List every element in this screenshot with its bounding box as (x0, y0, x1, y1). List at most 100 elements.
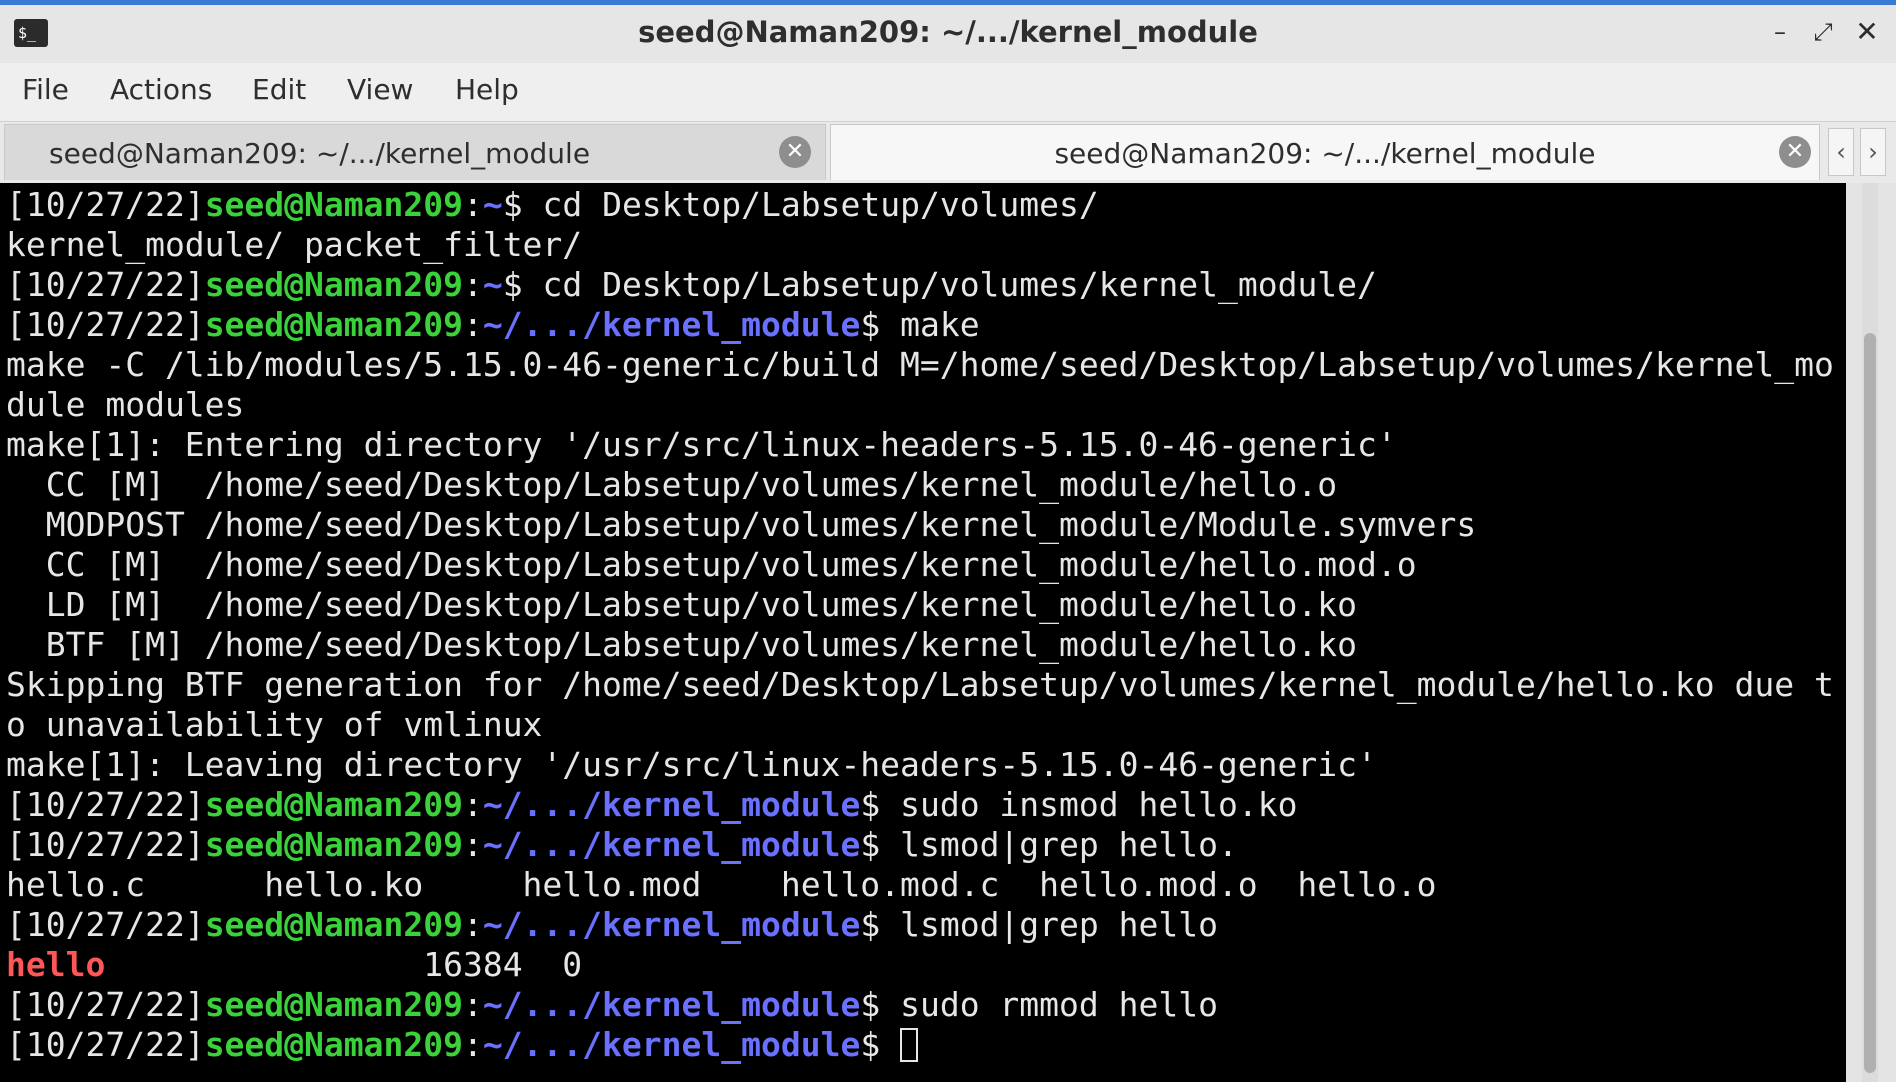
output-line: make -C /lib/modules/5.15.0-46-generic/b… (6, 345, 1834, 385)
output-text: make[1]: Leaving directory '/usr/src/lin… (6, 745, 1377, 784)
prompt-separator: : (462, 905, 483, 944)
minimize-icon[interactable]: – (1765, 17, 1795, 47)
prompt-path: ~/.../kernel_module (482, 905, 861, 944)
output-text: make[1]: Entering directory '/usr/src/li… (6, 425, 1397, 464)
prompt-line: [10/27/22]seed@Naman209:~/.../kernel_mod… (6, 985, 1834, 1025)
tab-terminal-1[interactable]: seed@Naman209: ~/.../kernel_module ✕ (4, 124, 826, 180)
output-line: hello 16384 0 (6, 945, 1834, 985)
output-line: dule modules (6, 385, 1834, 425)
prompt-line: [10/27/22]seed@Naman209:~/.../kernel_mod… (6, 305, 1834, 345)
output-text: LD [M] /home/seed/Desktop/Labsetup/volum… (6, 585, 1358, 624)
output-text: Skipping BTF generation for /home/seed/D… (6, 665, 1834, 704)
text-cursor (900, 1028, 919, 1062)
window-title: seed@Naman209: ~/.../kernel_module (638, 15, 1258, 49)
output-text: make -C /lib/modules/5.15.0-46-generic/b… (6, 345, 1834, 384)
output-line: o unavailability of vmlinux (6, 705, 1834, 745)
command-text: cd Desktop/Labsetup/volumes/ (542, 185, 1099, 224)
menu-actions[interactable]: Actions (110, 73, 212, 106)
tab-close-icon[interactable]: ✕ (1779, 136, 1811, 168)
output-text: kernel_module/ packet_filter/ (6, 225, 583, 264)
vertical-scrollbar[interactable] (1846, 183, 1896, 1082)
scrollbar-thumb[interactable] (1864, 333, 1876, 1073)
prompt-symbol: $ (860, 305, 901, 344)
tab-label: seed@Naman209: ~/.../kernel_module (1054, 137, 1596, 170)
output-text: BTF [M] /home/seed/Desktop/Labsetup/volu… (6, 625, 1358, 664)
prompt-line: [10/27/22]seed@Naman209:~/.../kernel_mod… (6, 1025, 1834, 1065)
terminal-lines: [10/27/22]seed@Naman209:~$ cd Desktop/La… (6, 185, 1834, 1065)
menu-bar: File Actions Edit View Help (0, 63, 1896, 121)
tab-label: seed@Naman209: ~/.../kernel_module (49, 137, 591, 170)
prompt-symbol: $ (502, 185, 543, 224)
module-name: hello (6, 945, 106, 984)
output-line: MODPOST /home/seed/Desktop/Labsetup/volu… (6, 505, 1834, 545)
prompt-user: seed@Naman209 (204, 265, 463, 304)
prompt-line: [10/27/22]seed@Naman209:~/.../kernel_mod… (6, 785, 1834, 825)
terminal-window: $_ seed@Naman209: ~/.../kernel_module – … (0, 0, 1896, 1082)
prompt-symbol: $ (860, 785, 901, 824)
output-text: hello.c hello.ko hello.mod hello.mod.c h… (6, 865, 1437, 904)
prompt-symbol: $ (502, 265, 543, 304)
menu-view[interactable]: View (347, 73, 413, 106)
module-info: 16384 0 (105, 945, 583, 984)
prompt-line: [10/27/22]seed@Naman209:~$ cd Desktop/La… (6, 265, 1834, 305)
prompt-date: [10/27/22] (6, 265, 205, 304)
prompt-symbol: $ (860, 985, 901, 1024)
prompt-line: [10/27/22]seed@Naman209:~/.../kernel_mod… (6, 825, 1834, 865)
prompt-symbol: $ (860, 905, 901, 944)
output-line: make[1]: Entering directory '/usr/src/li… (6, 425, 1834, 465)
prompt-path: ~/.../kernel_module (482, 985, 861, 1024)
output-line: kernel_module/ packet_filter/ (6, 225, 1834, 265)
output-text: CC [M] /home/seed/Desktop/Labsetup/volum… (6, 545, 1417, 584)
prompt-user: seed@Naman209 (204, 185, 463, 224)
terminal-output-area[interactable]: [10/27/22]seed@Naman209:~$ cd Desktop/La… (0, 183, 1846, 1082)
output-text: dule modules (6, 385, 245, 424)
output-text: o unavailability of vmlinux (6, 705, 543, 744)
prompt-user: seed@Naman209 (204, 825, 463, 864)
prompt-date: [10/27/22] (6, 305, 205, 344)
prompt-user: seed@Naman209 (204, 305, 463, 344)
tab-scroll-left-icon[interactable]: ‹ (1828, 128, 1854, 176)
prompt-date: [10/27/22] (6, 905, 205, 944)
prompt-separator: : (462, 305, 483, 344)
output-text: MODPOST /home/seed/Desktop/Labsetup/volu… (6, 505, 1477, 544)
prompt-date: [10/27/22] (6, 825, 205, 864)
maximize-icon[interactable]: ⤢ (1808, 17, 1838, 47)
prompt-path: ~/.../kernel_module (482, 1025, 861, 1064)
close-icon[interactable]: ✕ (1852, 17, 1882, 47)
prompt-date: [10/27/22] (6, 185, 205, 224)
prompt-path: ~ (482, 185, 503, 224)
prompt-line: [10/27/22]seed@Naman209:~/.../kernel_mod… (6, 905, 1834, 945)
prompt-date: [10/27/22] (6, 1025, 205, 1064)
tab-terminal-2-active[interactable]: seed@Naman209: ~/.../kernel_module ✕ (830, 124, 1820, 180)
prompt-symbol: $ (860, 825, 901, 864)
command-text: lsmod|grep hello. (900, 825, 1238, 864)
tab-bar: seed@Naman209: ~/.../kernel_module ✕ see… (0, 121, 1896, 184)
tab-scroll-right-icon[interactable]: › (1860, 128, 1886, 176)
output-line: LD [M] /home/seed/Desktop/Labsetup/volum… (6, 585, 1834, 625)
prompt-user: seed@Naman209 (204, 985, 463, 1024)
output-line: hello.c hello.ko hello.mod hello.mod.c h… (6, 865, 1834, 905)
prompt-separator: : (462, 825, 483, 864)
menu-edit[interactable]: Edit (252, 73, 306, 106)
prompt-separator: : (462, 1025, 483, 1064)
prompt-separator: : (462, 785, 483, 824)
prompt-user: seed@Naman209 (204, 785, 463, 824)
prompt-separator: : (462, 185, 483, 224)
output-line: BTF [M] /home/seed/Desktop/Labsetup/volu… (6, 625, 1834, 665)
tab-close-icon[interactable]: ✕ (779, 136, 811, 168)
prompt-user: seed@Naman209 (204, 1025, 463, 1064)
prompt-path: ~ (482, 265, 503, 304)
command-text: make (900, 305, 980, 344)
output-line: CC [M] /home/seed/Desktop/Labsetup/volum… (6, 545, 1834, 585)
output-text: CC [M] /home/seed/Desktop/Labsetup/volum… (6, 465, 1338, 504)
prompt-user: seed@Naman209 (204, 905, 463, 944)
output-line: CC [M] /home/seed/Desktop/Labsetup/volum… (6, 465, 1834, 505)
command-text: sudo rmmod hello (900, 985, 1218, 1024)
command-text: lsmod|grep hello (900, 905, 1218, 944)
title-bar[interactable]: $_ seed@Naman209: ~/.../kernel_module – … (0, 5, 1896, 63)
output-line: make[1]: Leaving directory '/usr/src/lin… (6, 745, 1834, 785)
menu-help[interactable]: Help (455, 73, 519, 106)
command-text: cd Desktop/Labsetup/volumes/kernel_modul… (542, 265, 1377, 304)
command-text: sudo insmod hello.ko (900, 785, 1298, 824)
menu-file[interactable]: File (22, 73, 69, 106)
